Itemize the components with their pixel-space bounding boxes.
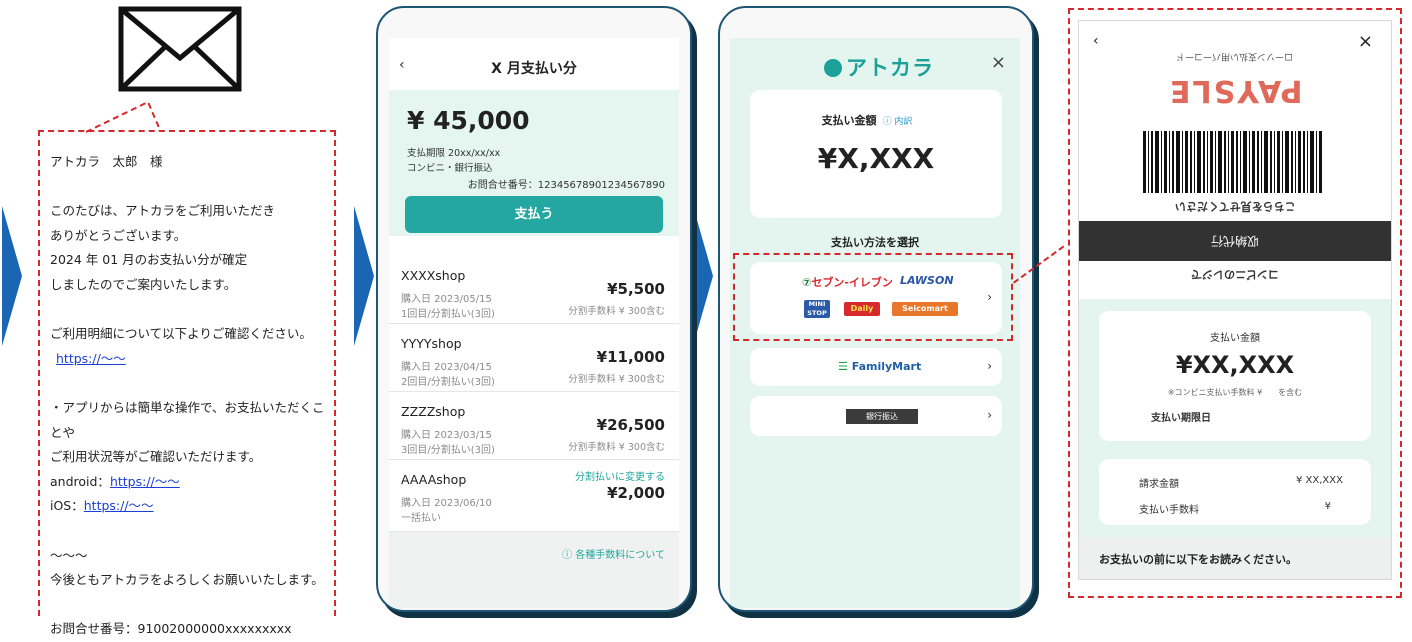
amount-label: 支払い金額 (1210, 333, 1260, 344)
android-link[interactable]: https://〜〜 (110, 474, 180, 489)
total-amount: ¥ 45,000 (407, 106, 530, 135)
fees-info-label: ⓘ 各種手数料について (562, 550, 665, 561)
billing-label: 請求金額 (1139, 479, 1179, 490)
shop-name: ZZZZshop (401, 404, 466, 419)
mirrored-band: 収納代行 (1079, 221, 1391, 261)
close-icon[interactable]: × (991, 52, 1006, 73)
breakdown-info-link[interactable]: ⓘ 内訳 (883, 117, 913, 127)
email-line: 〜〜〜 (50, 547, 88, 563)
due-date-label: 支払い期限日 (1151, 413, 1211, 424)
email-line: ・アプリからは簡単な操作で、お支払いただくことや (50, 399, 325, 440)
list-item[interactable]: ZZZZshop 購入日 2023/03/15 3回目/分割払い(3回) ¥26… (389, 392, 679, 460)
shop-name: YYYYshop (401, 336, 462, 351)
familymart-option[interactable]: ☰ FamilyMart › (750, 348, 1002, 386)
email-line: ありがとうございます。 (50, 227, 187, 243)
email-message: アトカラ 太郎 様 このたびは、アトカラをご利用いただき ありがとうございます。… (38, 130, 336, 636)
mirrored-caption: こちらを見せてください (1174, 200, 1296, 213)
fee-label: 支払い手数料 (1139, 505, 1199, 516)
amount-label: 支払い金額 ⓘ 内訳 (821, 114, 913, 127)
android-label: android： (50, 473, 110, 489)
list-item[interactable]: XXXXshop 購入日 2023/05/15 1回目/分割払い(3回) ¥5,… (389, 256, 679, 324)
detail-link[interactable]: https://〜〜 (56, 351, 126, 366)
flow-arrow (2, 206, 22, 346)
mirrored-register-note: コンビニのレジで (1191, 268, 1279, 281)
installment-fee: 分割手数料 ¥ 300含む (568, 306, 665, 317)
pay-button[interactable]: 支払う (405, 196, 663, 233)
barcode-payment-screen: ‹ × ローソン支払い用バーコード PAYSLE こちらを見せてください 収納代… (1078, 20, 1392, 580)
atokara-logo: アトカラ (824, 52, 934, 82)
email-line: しましたのでご案内いたします。 (50, 276, 237, 292)
phone-payment-detail: ‹ X 月支払い分 ¥ 45,000 支払期限 20xx/xx/xx コンビニ・… (376, 6, 692, 612)
shop-name: XXXXshop (401, 268, 466, 283)
back-icon[interactable]: ‹ (1093, 33, 1099, 49)
amount-section: 支払い金額 ¥XX,XXX ※コンビニ支払い手数料 ¥ を含む 支払い期限日 請… (1079, 299, 1391, 579)
bank-transfer-label: 銀行振込 (846, 409, 918, 424)
purchase-date: 購入日 2023/05/15 (401, 294, 492, 305)
email-line: ご利用明細について以下よりご確認ください。 (50, 326, 312, 342)
email-line: ご利用状況等がご確認いただけます。 (50, 449, 262, 465)
installment-plan: 2回目/分割払い(3回) (401, 377, 495, 388)
ios-link[interactable]: https://〜〜 (84, 498, 154, 513)
purchase-date: 購入日 2023/06/10 (401, 498, 492, 509)
email-line: 2024 年 01 月のお支払い分が確定 (50, 252, 248, 268)
payment-method: コンビニ・銀行振込 (407, 163, 493, 174)
email-callout-pointer (86, 100, 161, 133)
change-to-installment-link[interactable]: 分割払いに変更する (575, 468, 665, 483)
chevron-right-icon: › (987, 408, 992, 422)
flow-arrow (354, 206, 374, 346)
amount-value: ¥X,XXX (817, 142, 935, 175)
payment-detail-screen: ‹ X 月支払い分 ¥ 45,000 支払期限 20xx/xx/xx コンビニ・… (389, 38, 679, 608)
paysle-logo: PAYSLE (1167, 73, 1303, 108)
mirrored-barcode-title: ローソン支払い用バーコード (1176, 51, 1294, 61)
email-inquiry-number: お問合せ番号：91002000000xxxxxxxxx (50, 621, 292, 637)
email-line: 今後ともアトカラをよろしくお願いいたします。 (50, 572, 324, 588)
ios-label: iOS： (50, 498, 84, 514)
installment-fee: 分割手数料 ¥ 300含む (568, 442, 665, 453)
installment-plan: 3回目/分割払い(3回) (401, 445, 495, 456)
payment-amount-card: 支払い金額 ¥XX,XXX ※コンビニ支払い手数料 ¥ を含む 支払い期限日 (1099, 311, 1371, 441)
billing-value: ¥ XX,XXX (1296, 475, 1343, 486)
familymart-logo: ☰ FamilyMart (838, 360, 922, 373)
page-title: X 月支払い分 (491, 61, 577, 77)
barcode (1143, 131, 1322, 193)
installment-plan: 1回目/分割払い(3回) (401, 309, 495, 320)
purchase-date: 購入日 2023/04/15 (401, 362, 492, 373)
shop-price: ¥26,500 (596, 416, 665, 434)
due-date: 支払期限 20xx/xx/xx (407, 148, 501, 159)
notice-heading: お支払いの前に以下をお読みください。 (1079, 537, 1391, 579)
shop-price: ¥11,000 (596, 348, 665, 366)
list-item[interactable]: AAAAshop 購入日 2023/06/10 一括払い 分割払いに変更する ¥… (389, 460, 679, 532)
billing-card: 請求金額 ¥ XX,XXX 支払い手数料 ¥ (1099, 459, 1371, 525)
amount-card: 支払い金額 ⓘ 内訳 ¥X,XXX (750, 90, 1002, 218)
close-icon[interactable]: × (1358, 31, 1373, 52)
fees-info-link[interactable]: ⓘ 各種手数料について (389, 532, 679, 608)
installment-plan: 一括払い (401, 513, 441, 524)
email-line: このたびは、アトカラをご利用いただき (50, 203, 276, 219)
fee-value: ¥ (1324, 501, 1331, 512)
store-option-highlight (733, 253, 1013, 341)
flow-arrow (693, 206, 713, 346)
bank-transfer-option[interactable]: 銀行振込 › (750, 396, 1002, 436)
shop-price: ¥5,500 (607, 280, 665, 298)
list-item[interactable]: YYYYshop 購入日 2023/04/15 2回目/分割払い(3回) ¥11… (389, 324, 679, 392)
chevron-right-icon: › (987, 359, 992, 373)
fee-note: ※コンビニ支払い手数料 ¥ を含む (1167, 388, 1303, 397)
mail-icon (118, 6, 242, 92)
shop-price: ¥2,000 (607, 484, 665, 502)
screen-header: ‹ X 月支払い分 (389, 38, 679, 90)
inquiry-number: お問合せ番号：12345678901234567890 (467, 180, 665, 191)
amount-value: ¥XX,XXX (1175, 351, 1295, 379)
select-method-label: 支払い方法を選択 (831, 236, 919, 249)
shop-name: AAAAshop (401, 472, 467, 487)
purchase-date: 購入日 2023/03/15 (401, 430, 492, 441)
installment-fee: 分割手数料 ¥ 300含む (568, 374, 665, 385)
email-salutation: アトカラ 太郎 様 (50, 154, 163, 169)
